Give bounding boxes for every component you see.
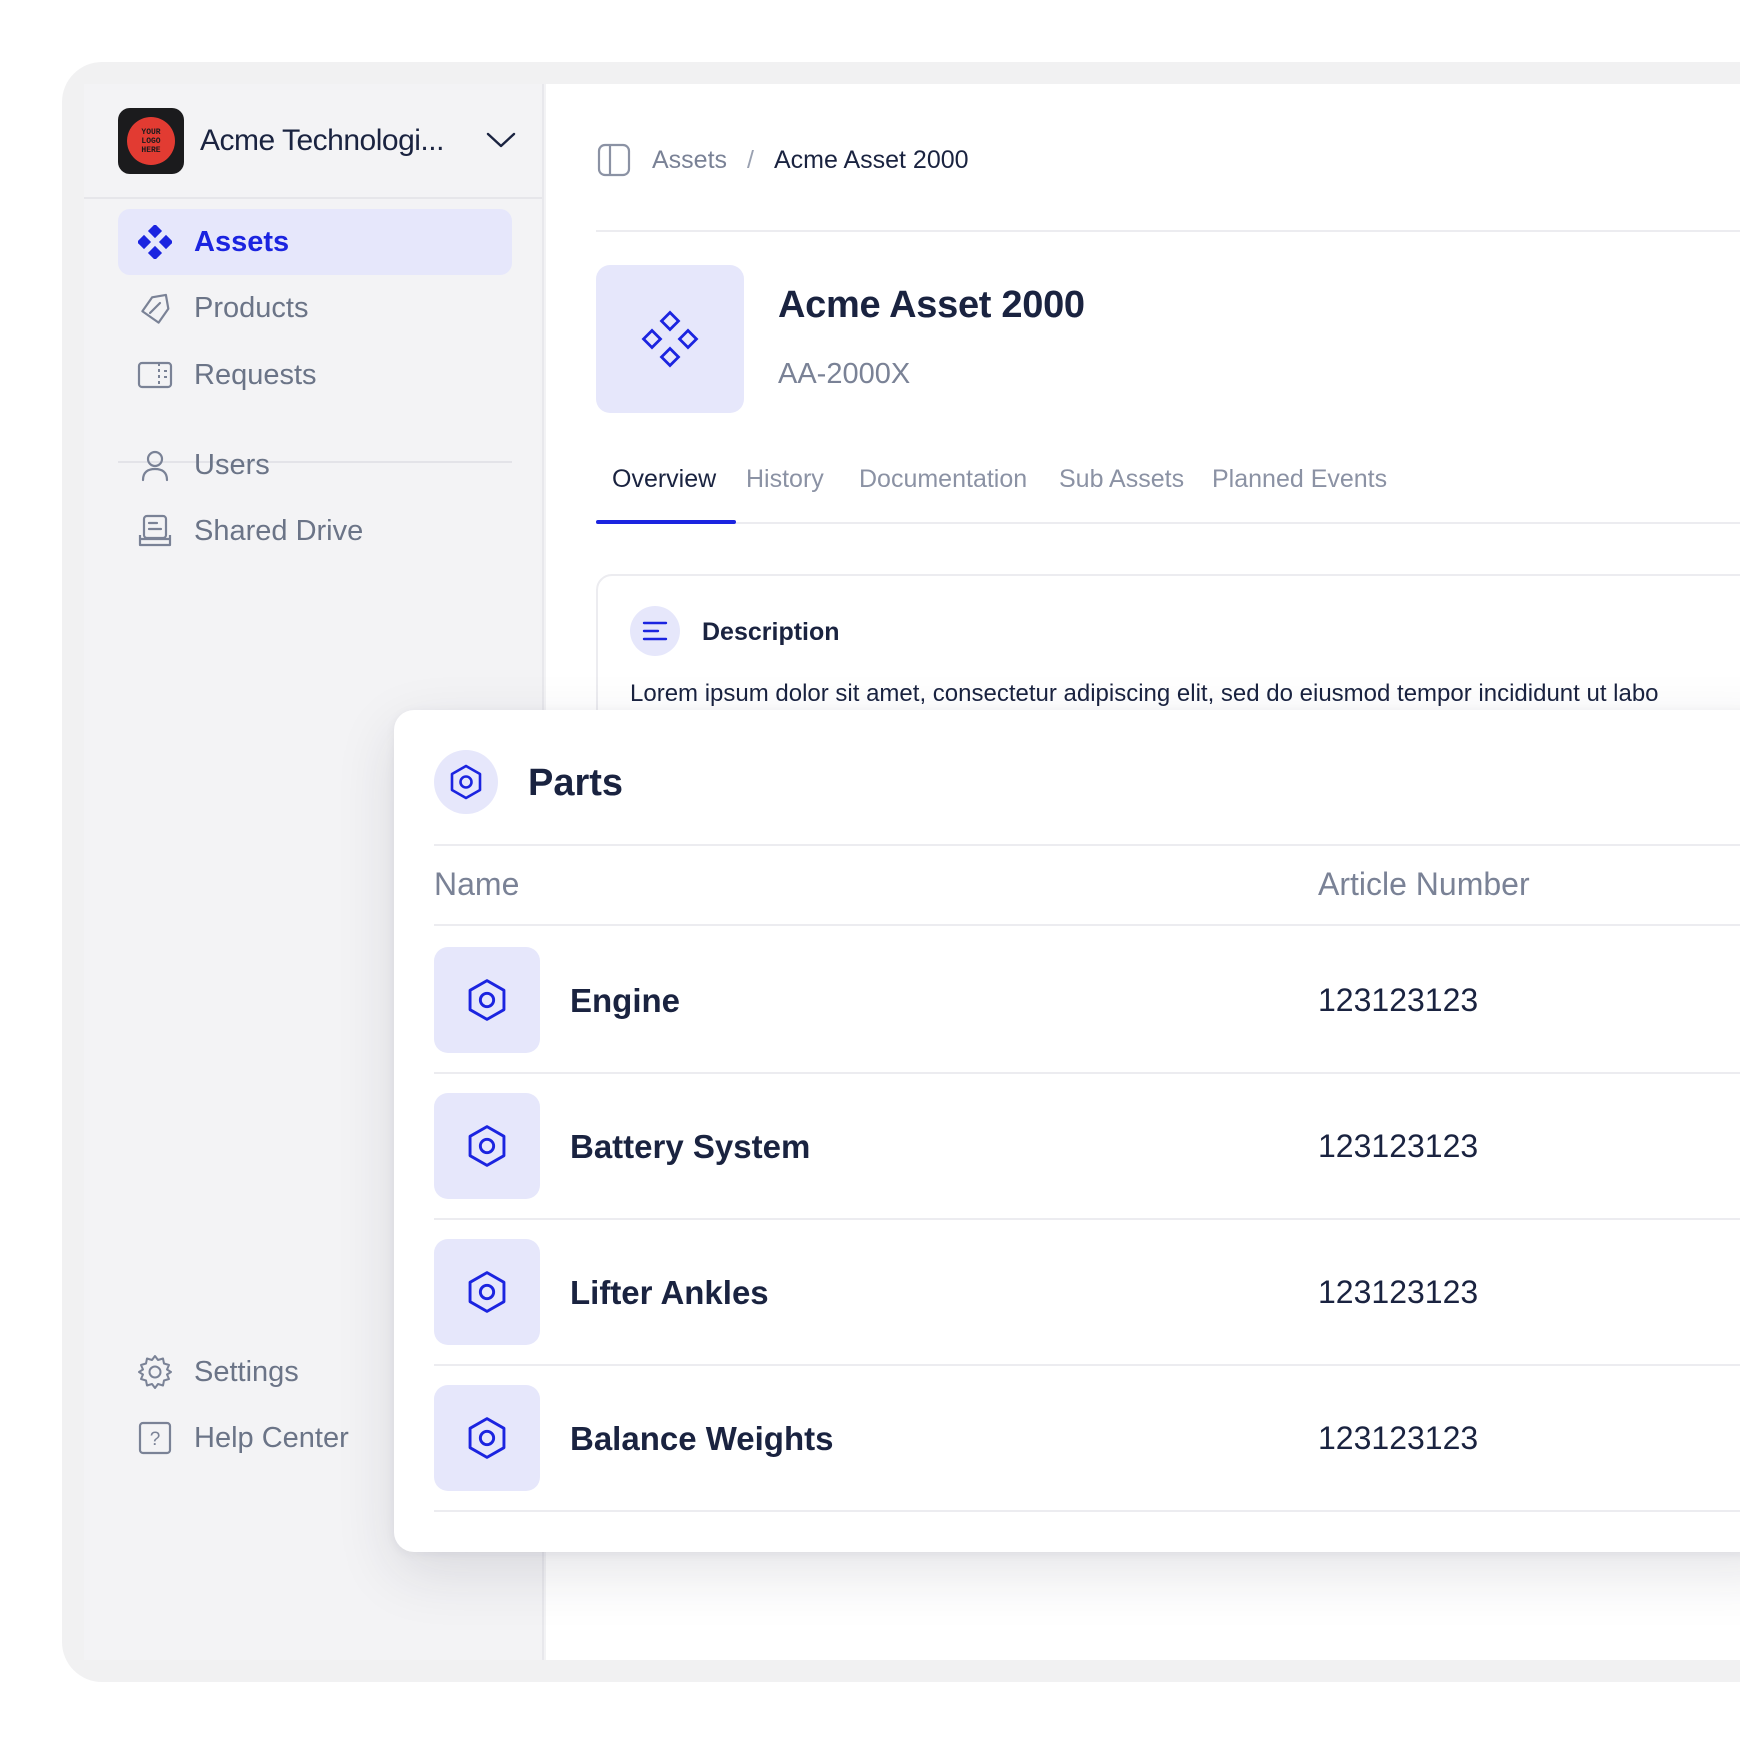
- part-thumbnail: [434, 1385, 540, 1491]
- svg-text:?: ?: [150, 1429, 161, 1450]
- sidebar-item-label: Users: [194, 448, 270, 481]
- assets-icon: [641, 310, 699, 368]
- asset-code: AA-2000X: [778, 358, 911, 390]
- hex-nut-icon: [468, 1417, 506, 1459]
- description-title: Description: [702, 618, 840, 646]
- org-switcher[interactable]: YOUR LOGO HERE Acme Technologi...: [118, 108, 518, 174]
- part-name: Balance Weights: [570, 1420, 834, 1457]
- org-logo: YOUR LOGO HERE: [118, 108, 184, 174]
- description-text: Lorem ipsum dolor sit amet, consectetur …: [630, 680, 1659, 707]
- org-name: Acme Technologi...: [200, 124, 444, 157]
- sidebar-item-label: Requests: [194, 358, 317, 391]
- tab-documentation[interactable]: Documentation: [859, 462, 1027, 524]
- part-name: Engine: [570, 982, 681, 1019]
- logo-mark: YOUR LOGO HERE: [127, 117, 175, 165]
- column-header-name[interactable]: Name: [434, 866, 519, 903]
- part-article-number: 123123123: [1318, 1274, 1479, 1310]
- table-divider: [434, 924, 1740, 926]
- tab-history[interactable]: History: [746, 462, 824, 524]
- sidebar-item-label: Products: [194, 291, 309, 324]
- tab-planned-events[interactable]: Planned Events: [1212, 462, 1387, 524]
- book-icon: [136, 356, 174, 394]
- breadcrumb-current: Acme Asset 2000: [773, 145, 969, 174]
- parts-title: Parts: [528, 762, 624, 804]
- sidebar-item-assets[interactable]: Assets: [118, 209, 512, 275]
- sidebar-item-label: Shared Drive: [194, 514, 364, 547]
- parts-panel: Parts Name Article Number Engine 1231231…: [394, 710, 1740, 1552]
- text-align-icon: [630, 606, 680, 656]
- gear-icon: [136, 1353, 174, 1391]
- part-thumbnail: [434, 1239, 540, 1345]
- sidebar-item-requests[interactable]: Requests: [118, 342, 512, 408]
- sidebar-item-label: Settings: [194, 1355, 299, 1388]
- part-article-number: 123123123: [1318, 1128, 1479, 1164]
- chevron-down-icon[interactable]: [484, 128, 518, 152]
- user-icon: [136, 446, 174, 484]
- tab-bar: Overview History Documentation Sub Asset…: [596, 462, 1740, 524]
- tag-icon: [136, 289, 174, 327]
- part-article-number: 123123123: [1318, 982, 1479, 1018]
- table-divider: [434, 844, 1740, 846]
- part-article-number: 123123123: [1318, 1420, 1479, 1456]
- sidebar-item-label: Help Center: [194, 1421, 349, 1454]
- hex-nut-icon: [468, 1271, 506, 1313]
- sidebar-item-label: Assets: [194, 225, 290, 258]
- asset-thumbnail: [596, 265, 744, 413]
- header-divider: [596, 230, 1740, 232]
- column-header-article-number[interactable]: Article Number: [1318, 866, 1530, 903]
- assets-icon: [136, 223, 174, 261]
- breadcrumb-parent[interactable]: Assets: [652, 146, 727, 175]
- active-tab-indicator: [596, 520, 736, 524]
- part-thumbnail: [434, 947, 540, 1053]
- page-title: Acme Asset 2000: [778, 284, 1085, 326]
- part-name: Lifter Ankles: [570, 1274, 769, 1311]
- sidebar-toggle-icon[interactable]: [596, 142, 632, 178]
- table-divider: [434, 1510, 1740, 1512]
- sidebar-item-shared-drive[interactable]: Shared Drive: [118, 498, 512, 564]
- help-icon: ?: [136, 1419, 174, 1457]
- breadcrumb: Assets / Acme Asset 2000: [596, 140, 969, 180]
- part-thumbnail: [434, 1093, 540, 1199]
- table-divider: [434, 1072, 1740, 1074]
- tab-sub-assets[interactable]: Sub Assets: [1059, 462, 1184, 524]
- breadcrumb-separator: /: [747, 145, 754, 174]
- sidebar-item-users[interactable]: Users: [118, 432, 512, 498]
- sidebar-divider: [84, 197, 542, 199]
- table-divider: [434, 1218, 1740, 1220]
- hex-nut-icon: [468, 979, 506, 1021]
- tab-overview[interactable]: Overview: [612, 462, 716, 524]
- hex-nut-icon: [468, 1125, 506, 1167]
- part-name: Battery System: [570, 1128, 811, 1165]
- sidebar-item-products[interactable]: Products: [118, 275, 512, 341]
- table-divider: [434, 1364, 1740, 1366]
- hex-nut-icon: [434, 750, 498, 814]
- drive-icon: [136, 512, 174, 550]
